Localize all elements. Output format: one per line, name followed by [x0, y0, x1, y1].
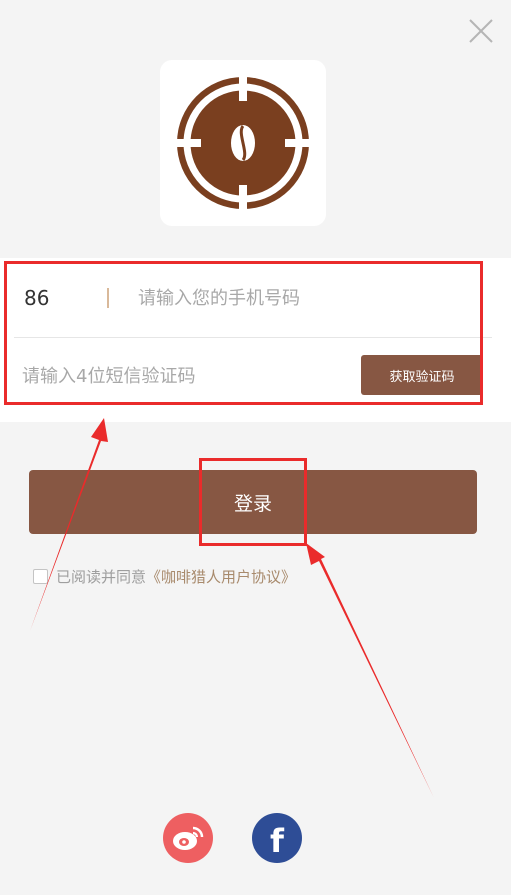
country-code-divider: [107, 288, 109, 308]
weibo-login-button[interactable]: [163, 813, 213, 863]
app-logo: [160, 60, 326, 226]
login-button[interactable]: 登录: [29, 470, 477, 534]
weibo-icon: [173, 826, 204, 850]
close-icon: [469, 19, 493, 43]
phone-input[interactable]: [138, 282, 458, 314]
agreement-prefix: 已阅读并同意: [56, 567, 147, 586]
agreement-checkbox[interactable]: [33, 568, 48, 584]
sms-code-row: 获取验证码: [0, 338, 511, 418]
country-code[interactable]: 86: [24, 286, 49, 310]
sms-code-input[interactable]: [22, 360, 342, 392]
annotation-arrow-right: [306, 543, 434, 798]
get-code-button[interactable]: 获取验证码: [361, 355, 483, 395]
facebook-icon: f: [270, 822, 284, 860]
agreement-link[interactable]: 《咖啡猎人用户协议》: [146, 566, 296, 587]
phone-row: 86: [0, 258, 511, 338]
login-form: 86 获取验证码: [0, 258, 511, 422]
facebook-login-button[interactable]: f: [252, 813, 302, 863]
coffee-bean-target-icon: [175, 75, 311, 211]
agreement-row: 已阅读并同意 《咖啡猎人用户协议》: [33, 566, 296, 586]
close-button[interactable]: [466, 16, 496, 46]
